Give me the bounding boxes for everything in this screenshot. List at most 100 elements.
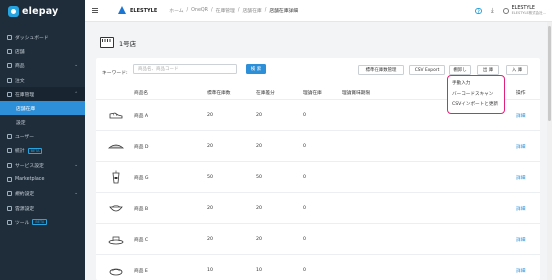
sidebar-item-users[interactable]: ユーザー — [0, 129, 85, 143]
scrollbar-thumb[interactable] — [548, 26, 551, 121]
stock-diff: 20 — [256, 144, 262, 149]
inventory-icon — [7, 91, 12, 97]
bowl-thumbnail-icon — [109, 205, 123, 212]
stock-out-button[interactable]: 出 庫 — [477, 65, 499, 75]
col-theory-stock: 理論在庫 — [303, 91, 322, 96]
page-title: 1号店 — [100, 37, 136, 48]
sidebar-item-terms[interactable]: 規約設定 ⌄ — [0, 187, 85, 201]
keyword-input[interactable]: 商品名、商品コード — [133, 64, 237, 74]
sidebar-item-label: 商品 — [15, 64, 25, 70]
sidebar-item-products[interactable]: 商品 ⌄ — [0, 59, 85, 73]
org-name: ELESTYLE — [130, 7, 158, 14]
sidebar-item-label: 注文 — [15, 78, 25, 84]
breadcrumb-separator: / — [237, 8, 240, 13]
sidebar-item-inventory[interactable]: 在庫管理 ⌃ — [0, 87, 85, 102]
detail-link[interactable]: 詳細 — [516, 206, 525, 212]
product-name: 商品 C — [134, 238, 149, 243]
detail-link[interactable]: 詳細 — [516, 113, 525, 119]
sidebar-item-source-settings[interactable]: 雲源設定 — [0, 201, 85, 215]
pie-thumbnail-icon — [108, 144, 124, 149]
standard-stock-button[interactable]: 標準在庫数管理 — [358, 65, 404, 75]
sidebar-item-label: ダッシュボード — [15, 35, 49, 41]
user-icon — [502, 8, 509, 14]
standard-stock: 20 — [207, 237, 213, 242]
table-row: 商品 D 20 20 0 詳細 — [96, 130, 540, 161]
breadcrumb-home[interactable]: ホーム — [169, 7, 183, 14]
detail-link[interactable]: 詳細 — [516, 268, 525, 274]
sidebar-item-stats[interactable]: 統計 BETA — [0, 144, 85, 158]
sidebar-item-label: 統計 — [15, 149, 25, 155]
sidebar-item-tools[interactable]: ツール BETA — [0, 215, 85, 229]
standard-stock: 20 — [207, 113, 213, 118]
breadcrumb-store-stock[interactable]: 店舗在庫 — [242, 7, 261, 14]
stock-in-button[interactable]: 入 庫 — [506, 65, 528, 75]
grid-icon — [7, 177, 12, 183]
detail-link[interactable]: 詳細 — [516, 144, 525, 150]
sidebar-item-marketplace[interactable]: Marketplace — [0, 172, 85, 186]
stock-diff: 20 — [256, 113, 262, 118]
store-icon — [100, 37, 114, 48]
sidebar-item-label: ツール — [15, 220, 30, 226]
sidebar-item-label: 雲源設定 — [15, 206, 35, 212]
sidebar-item-dashboard[interactable]: ダッシュボード — [0, 30, 85, 44]
stock-diff: 20 — [256, 206, 262, 211]
breadcrumb-separator: / — [211, 8, 213, 13]
chevron-down-icon: ⌄ — [74, 191, 78, 197]
stocktake-button[interactable]: 棚卸し — [449, 65, 471, 75]
breadcrumb-oneqr[interactable]: OneQR — [191, 8, 208, 13]
sidebar-nav: ダッシュボード 店舗 商品 ⌄ 注文 在庫管理 ⌃ 店舗在庫 設定 ユーザー 統計 B… — [0, 30, 85, 230]
menu-toggle-icon[interactable] — [92, 0, 104, 22]
theory-stock: 0 — [303, 113, 306, 118]
user-menu[interactable]: ELESTYLE ELESTYLE株式会社... — [502, 6, 546, 16]
detail-link[interactable]: 詳細 — [516, 175, 525, 181]
chevron-down-icon: ⌄ — [74, 63, 78, 69]
gear-icon — [7, 162, 12, 168]
search-button[interactable]: 検 索 — [246, 64, 266, 74]
cup-thumbnail-icon — [112, 170, 120, 184]
breadcrumb-inventory[interactable]: 在庫管理 — [216, 7, 235, 14]
product-name: 商品 D — [134, 145, 149, 150]
theory-stock: 0 — [303, 237, 306, 242]
stocktake-dropdown-menu: 手動入力 バーコードスキャン CSVインポートと更新 — [447, 75, 505, 114]
stock-diff: 20 — [256, 237, 262, 242]
order-icon — [7, 77, 12, 83]
breadcrumb-separator: / — [186, 8, 189, 13]
sidebar-item-stores[interactable]: 店舗 — [0, 44, 85, 58]
col-standard-stock: 標準在庫数 — [207, 91, 231, 96]
theory-stock: 0 — [303, 175, 306, 180]
product-name: 商品 B — [134, 207, 149, 212]
store-icon — [7, 48, 12, 54]
sidebar-item-label: サービス設定 — [15, 163, 44, 169]
theory-stock: 0 — [303, 144, 306, 149]
csv-export-button[interactable]: CSV Export — [409, 65, 445, 75]
vertical-scrollbar[interactable] — [547, 22, 552, 280]
sidebar-subitem-settings[interactable]: 設定 — [0, 115, 85, 129]
org-logo-icon — [118, 6, 127, 15]
beta-badge: BETA — [27, 147, 43, 154]
sidebar-item-label: 店舗 — [15, 49, 25, 55]
help-icon[interactable]: ? — [475, 7, 482, 15]
sidebar-item-service-settings[interactable]: サービス設定 ⌄ — [0, 158, 85, 172]
brand-logo[interactable]: elepay — [0, 0, 85, 22]
table-row: 商品 G 50 50 0 詳細 — [96, 161, 540, 192]
elepay-logo-icon — [8, 5, 19, 17]
sidebar-item-label: ユーザー — [15, 135, 35, 141]
sidebar-item-orders[interactable]: 注文 — [0, 73, 85, 87]
chart-icon — [7, 148, 12, 154]
product-name: 商品 E — [134, 269, 148, 274]
sidebar-subitem-store-stock[interactable]: 店舗在庫 — [0, 101, 85, 116]
sidebar-item-label: 規約設定 — [15, 192, 35, 198]
menu-item-csv-import[interactable]: CSVインポートと更新 — [452, 100, 500, 111]
download-icon[interactable]: ⤓ — [491, 7, 494, 15]
doc-icon — [7, 191, 12, 197]
menu-item-manual-input[interactable]: 手動入力 — [452, 79, 500, 90]
detail-link[interactable]: 詳細 — [516, 237, 525, 243]
standard-stock: 20 — [207, 144, 213, 149]
user-icon — [7, 134, 12, 140]
sidebar-item-label: 在庫管理 — [15, 92, 35, 98]
breadcrumb: ホーム / OneQR / 在庫管理 / 店舗在庫 / 店舗在庫詳細 — [169, 7, 298, 14]
breadcrumb-separator: / — [264, 8, 267, 13]
menu-item-barcode-scan[interactable]: バーコードスキャン — [452, 90, 500, 101]
product-name: 商品 G — [134, 176, 149, 181]
cloud-icon — [7, 205, 12, 211]
